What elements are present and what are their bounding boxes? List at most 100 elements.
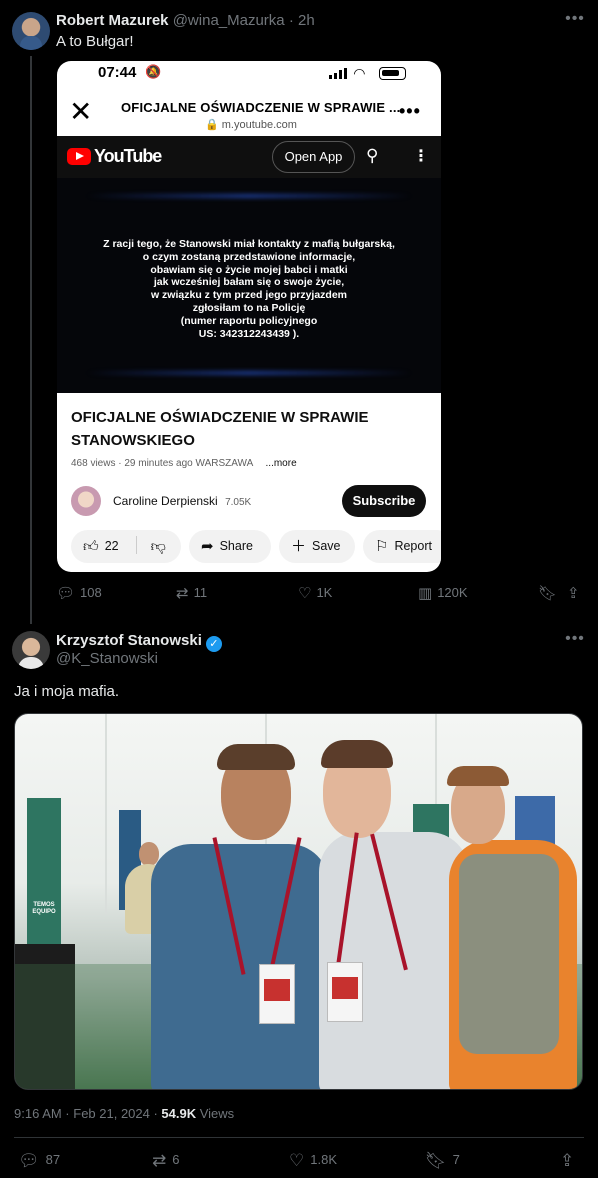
save-label: Save bbox=[312, 539, 341, 553]
video-meta-text: 468 views · 29 minutes ago WARSZAWA bbox=[71, 458, 253, 469]
share-icon: ⇪ bbox=[560, 1151, 575, 1170]
more-horizontal-icon[interactable]: ••• bbox=[565, 11, 585, 32]
reply-button[interactable]: 💬︎ 108 bbox=[56, 584, 102, 602]
verified-badge-icon[interactable]: ✓ bbox=[205, 636, 222, 652]
more-vertical-icon: ⋮ bbox=[413, 148, 429, 165]
views-count: 54.9K bbox=[161, 1106, 197, 1121]
status-time: 07:44 bbox=[98, 64, 137, 81]
like-button[interactable]: ♡ 1K bbox=[298, 584, 332, 602]
close-icon: ✕ bbox=[69, 96, 93, 127]
reply-button[interactable]: 💬︎ 87 bbox=[18, 1151, 60, 1171]
subscribe-button: Subscribe bbox=[342, 485, 426, 517]
separator-dot: · bbox=[288, 12, 294, 29]
channel-subscribers: 7.05K bbox=[225, 497, 252, 508]
reply-icon: 💬︎ bbox=[18, 1151, 40, 1170]
avatar[interactable] bbox=[12, 12, 50, 50]
tweet-text: Ja i moja mafia. bbox=[14, 683, 120, 700]
reply-count: 87 bbox=[45, 1152, 61, 1167]
thumbs-up-icon: 👍︎ bbox=[83, 538, 99, 555]
url-text: m.youtube.com bbox=[221, 119, 297, 131]
video-player: Z racji tego, że Stanowski miał kontakty… bbox=[57, 178, 441, 393]
tweet-robert-mazurek[interactable]: Robert Mazurek @wina_Mazurka · 2h ••• A … bbox=[0, 0, 598, 624]
youtube-wordmark: YouTube bbox=[94, 146, 162, 166]
divider bbox=[14, 1137, 584, 1138]
video-text-line: US: 342312243439 ). bbox=[198, 327, 300, 340]
bookmark-count: 7 bbox=[452, 1152, 460, 1167]
repost-button[interactable]: ⇄ 11 bbox=[176, 584, 207, 602]
phone-status-bar: 07:44 🔕 ◠ bbox=[57, 61, 441, 87]
bookmark-button[interactable]: 🔖︎ 7 bbox=[425, 1151, 460, 1171]
browser-page-title: OFICJALNE OŚWIADCZENIE W SPRAWIE ... bbox=[121, 100, 401, 115]
analytics-icon: ▥ bbox=[418, 585, 433, 602]
author-handle[interactable]: @K_Stanowski bbox=[56, 650, 158, 667]
avatar[interactable] bbox=[12, 631, 50, 669]
video-statement-text: Z racji tego, że Stanowski miał kontakty… bbox=[57, 238, 441, 340]
like-count: 22 bbox=[104, 539, 119, 553]
repost-icon: ⇄ bbox=[152, 1151, 167, 1170]
browser-url: 🔒 m.youtube.com bbox=[205, 119, 297, 131]
tweet-timestamp[interactable]: 9:16 AM · Feb 21, 2024 · 54.9K Views bbox=[14, 1106, 234, 1121]
author-name-row[interactable]: Krzysztof Stanowski ✓ bbox=[56, 632, 222, 652]
share-button[interactable]: ⇪ bbox=[560, 1151, 580, 1171]
video-text-line: o czym zostaną przedstawione informacje, bbox=[142, 250, 356, 263]
views-count: 120K bbox=[437, 585, 468, 600]
like-count: 1K bbox=[316, 585, 333, 600]
battery-icon bbox=[379, 67, 406, 80]
tweet-photo[interactable]: TEMOS EQUIPO bbox=[14, 713, 583, 1090]
bookmark-icon: 🔖︎ bbox=[538, 585, 558, 602]
like-dislike-button: 👍︎ 22 👎︎ bbox=[71, 530, 181, 563]
more-horizontal-icon[interactable]: ••• bbox=[565, 631, 585, 652]
report-label: Report bbox=[394, 539, 432, 553]
video-text-line: (numer raportu policyjnego bbox=[180, 314, 318, 327]
heart-icon: ♡ bbox=[298, 585, 312, 602]
more-horizontal-icon: ••• bbox=[399, 101, 421, 121]
channel-name: Caroline Derpienski bbox=[113, 494, 218, 508]
video-text-line: zgłosiłam to na Policję bbox=[192, 301, 306, 314]
wifi-icon: ◠ bbox=[354, 65, 365, 81]
author-name[interactable]: Robert Mazurek bbox=[56, 12, 169, 29]
youtube-header: YouTube Open App ⚲ ⋮ bbox=[57, 136, 441, 178]
timestamp-text[interactable]: 9:16 AM · Feb 21, 2024 · bbox=[14, 1106, 161, 1121]
save-button: ＋ Save bbox=[279, 530, 355, 563]
heart-icon: ♡ bbox=[289, 1151, 305, 1170]
repost-icon: ⇄ bbox=[176, 585, 189, 602]
bookmark-button[interactable]: 🔖︎ bbox=[538, 584, 562, 602]
share-button: ➦ Share bbox=[189, 530, 271, 563]
tweet-time[interactable]: 2h bbox=[298, 12, 315, 29]
author-handle[interactable]: @wina_Mazurka bbox=[173, 12, 285, 29]
embedded-screenshot[interactable]: 07:44 🔕 ◠ ✕ OFICJALNE OŚWIADCZENIE W SPR… bbox=[57, 61, 441, 572]
reply-count: 108 bbox=[80, 585, 102, 600]
thread-connector-line bbox=[30, 56, 32, 624]
more-link: ...more bbox=[265, 458, 297, 469]
views-button[interactable]: ▥ 120K bbox=[418, 584, 468, 602]
photo-banner: TEMOS EQUIPO bbox=[27, 798, 61, 948]
tweet-header: Robert Mazurek @wina_Mazurka · 2h bbox=[56, 12, 315, 30]
thumbs-down-icon: 👎︎ bbox=[150, 538, 166, 555]
like-button[interactable]: ♡ 1.8K bbox=[289, 1151, 337, 1171]
open-app-button: Open App bbox=[272, 141, 355, 173]
share-arrow-icon: ➦ bbox=[201, 538, 214, 555]
bookmark-icon: 🔖︎ bbox=[425, 1151, 447, 1170]
views-label: Views bbox=[196, 1106, 235, 1121]
video-text-line: obawiam się o życie mojej babci i matki bbox=[150, 263, 348, 276]
share-label: Share bbox=[219, 539, 253, 553]
channel-info: Caroline Derpienski 7.05K bbox=[113, 494, 251, 508]
bell-muted-icon: 🔕 bbox=[145, 64, 162, 79]
photo-banner-text: TEMOS EQUIPO bbox=[32, 902, 56, 915]
video-title: OFICJALNE OŚWIADCZENIE W SPRAWIE STANOWS… bbox=[71, 409, 369, 449]
repost-count: 11 bbox=[193, 585, 208, 600]
search-icon: ⚲ bbox=[366, 146, 379, 165]
plus-icon: ＋ bbox=[291, 538, 307, 555]
repost-button[interactable]: ⇄ 6 bbox=[152, 1151, 179, 1171]
video-text-line: jak wcześniej bałam się o swoje życie, bbox=[153, 276, 345, 289]
channel-avatar bbox=[71, 486, 101, 516]
share-icon: ⇪ bbox=[567, 585, 580, 602]
reply-icon: 💬︎ bbox=[56, 585, 76, 602]
repost-count: 6 bbox=[172, 1152, 180, 1167]
like-count: 1.8K bbox=[310, 1152, 337, 1167]
browser-bar: ✕ OFICJALNE OŚWIADCZENIE W SPRAWIE ... 🔒… bbox=[57, 91, 441, 136]
author-name[interactable]: Krzysztof Stanowski bbox=[56, 632, 202, 649]
share-button[interactable]: ⇪ bbox=[567, 584, 585, 602]
video-text-line: w związku z tym przed jego przyjazdem bbox=[150, 289, 348, 302]
tweet-text: A to Bułgar! bbox=[56, 33, 134, 50]
